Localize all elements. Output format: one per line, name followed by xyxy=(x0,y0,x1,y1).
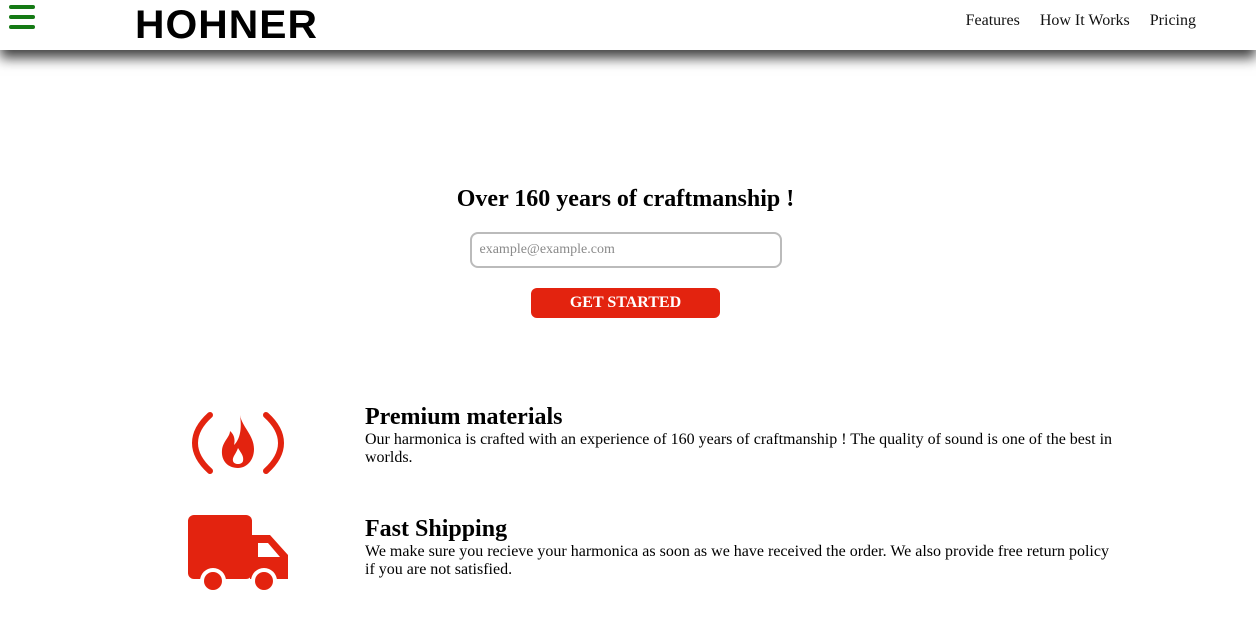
hero-title: Over 160 years of craftmanship ! xyxy=(456,186,795,212)
nav-link-pricing[interactable]: Pricing xyxy=(1150,12,1196,30)
feature-title: Premium materials xyxy=(365,404,563,430)
feature-text: Fast Shipping We make sure you recieve y… xyxy=(365,515,1115,579)
truck-icon xyxy=(188,515,288,595)
feature-fast-shipping: Fast Shipping We make sure you recieve y… xyxy=(0,515,1256,605)
feature-title: Fast Shipping xyxy=(365,516,508,542)
feature-description: We make sure you recieve your harmonica … xyxy=(365,543,1109,578)
email-input[interactable] xyxy=(469,232,782,268)
hamburger-menu-icon[interactable] xyxy=(9,5,35,29)
site-header: HOHNER Features How It Works Pricing xyxy=(0,0,1256,50)
feature-description: Our harmonica is crafted with an experie… xyxy=(365,431,1113,466)
get-started-button[interactable]: GET STARTED xyxy=(531,288,720,318)
feature-text: Premium materials Our harmonica is craft… xyxy=(365,403,1115,467)
hero-section: Over 160 years of craftmanship ! GET STA… xyxy=(0,183,1251,318)
brand-logo[interactable]: HOHNER xyxy=(135,3,318,47)
nav-link-how-it-works[interactable]: How It Works xyxy=(1040,12,1130,30)
feature-premium-materials: Premium materials Our harmonica is craft… xyxy=(0,403,1256,493)
nav-link-features[interactable]: Features xyxy=(966,12,1020,30)
main-nav: Features How It Works Pricing xyxy=(966,12,1196,30)
fire-icon xyxy=(188,403,288,483)
